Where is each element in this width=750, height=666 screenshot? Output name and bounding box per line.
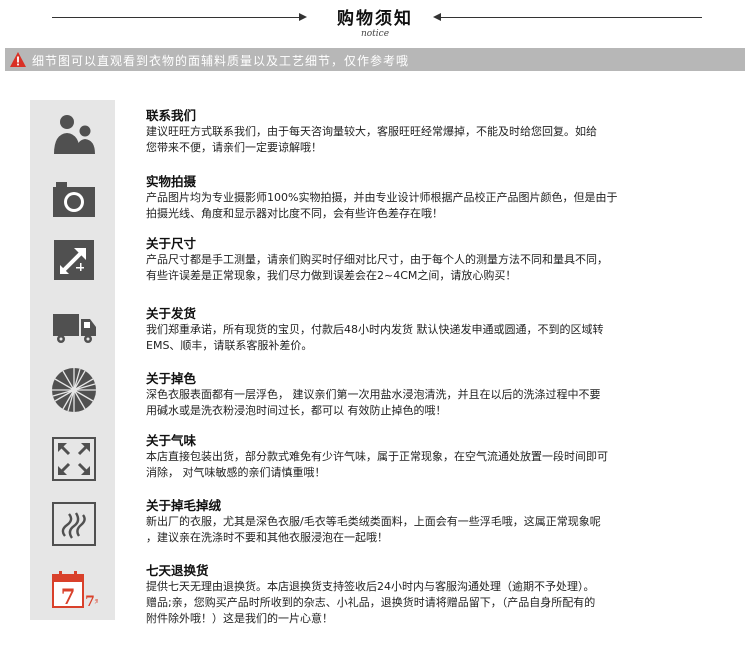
notice-item-shedding: 关于掉毛掉绒 新出厂的衣服，尤其是深色衣服/毛衣等毛类绒类面料，上面会有一些浮毛… bbox=[146, 497, 736, 546]
svg-text:天: 天 bbox=[95, 599, 99, 605]
item-body: 深色衣服表面都有一层浮色， 建议亲们第一次用盐水浸泡清洗，并且在以后的洗涤过程中… bbox=[146, 388, 601, 417]
notice-item-returns: 七天退换货 提供七天无理由退换货。本店退换货支持签收后24小时内与客服沟通处理（… bbox=[146, 562, 736, 627]
item-body: 产品尺寸都是手工测量，请亲们购买时仔细对比尺寸，由于每个人的测量方法不同和量具不… bbox=[146, 253, 608, 282]
item-body: 我们郑重承诺，所有现货的宝贝，付款后48小时内发货 默认快递发申通或圆通，不到的… bbox=[146, 323, 604, 352]
item-title: 关于掉毛掉绒 bbox=[146, 498, 222, 513]
item-title: 实物拍摄 bbox=[146, 174, 197, 189]
item-body: 建议旺旺方式联系我们，由于每天咨询量较大，客服旺旺经常爆掉，不能及时给您回复。如… bbox=[146, 125, 597, 154]
item-body: 新出厂的衣服，尤其是深色衣服/毛衣等毛类绒类面料，上面会有一些浮毛哦，这属正常现… bbox=[146, 515, 601, 544]
warning-icon bbox=[10, 52, 26, 67]
expand-arrows-icon bbox=[50, 435, 98, 483]
notice-item-contact: 联系我们 建议旺旺方式联系我们，由于每天咨询量较大，客服旺旺经常爆掉，不能及时给… bbox=[146, 107, 736, 156]
page-header: 购物须知 notice bbox=[0, 0, 750, 46]
item-title: 联系我们 bbox=[146, 108, 197, 123]
item-body: 本店直接包装出货，部分款式难免有少许气味，属于正常现象，在空气流通处放置一段时间… bbox=[146, 450, 608, 479]
seven-day-calendar-icon: 7 7 天 bbox=[50, 566, 98, 614]
notice-item-photography: 实物拍摄 产品图片均为专业摄影师100%实物拍摄，并由专业设计师根据产品校正产品… bbox=[146, 173, 736, 222]
notice-item-shipping: 关于发货 我们郑重承诺，所有现货的宝贝，付款后48小时内发货 默认快递发申通或圆… bbox=[146, 305, 736, 354]
notice-item-color-fading: 关于掉色 深色衣服表面都有一层浮色， 建议亲们第一次用盐水浸泡清洗，并且在以后的… bbox=[146, 370, 736, 419]
color-fade-icon bbox=[50, 366, 98, 414]
item-title: 关于发货 bbox=[146, 306, 197, 321]
notice-banner: 细节图可以直观看到衣物的面辅料质量以及工艺细节，仅作参考哦 bbox=[5, 48, 745, 71]
item-title: 七天退换货 bbox=[146, 563, 209, 578]
item-title: 关于掉色 bbox=[146, 371, 197, 386]
contact-people-icon bbox=[50, 110, 98, 158]
notice-item-size: 关于尺寸 产品尺寸都是手工测量，请亲们购买时仔细对比尺寸，由于每个人的测量方法不… bbox=[146, 235, 736, 284]
page-subtitle: notice bbox=[360, 29, 390, 39]
icon-column: 7 7 天 bbox=[30, 100, 115, 620]
item-body: 提供七天无理由退换货。本店退换货支持签收后24小时内与客服沟通处理（逾期不予处理… bbox=[146, 580, 596, 625]
item-body: 产品图片均为专业摄影师100%实物拍摄，并由专业设计师根据产品校正产品图片颜色，… bbox=[146, 191, 618, 220]
svg-text:7: 7 bbox=[85, 594, 95, 610]
notice-item-odor: 关于气味 本店直接包装出货，部分款式难免有少许气味，属于正常现象，在空气流通处放… bbox=[146, 432, 736, 481]
camera-icon bbox=[50, 175, 98, 223]
delivery-truck-icon bbox=[50, 303, 98, 351]
item-title: 关于尺寸 bbox=[146, 236, 197, 251]
fabric-wave-icon bbox=[50, 500, 98, 548]
item-title: 关于气味 bbox=[146, 433, 197, 448]
header-line-right bbox=[440, 17, 702, 18]
svg-text:7: 7 bbox=[61, 584, 76, 609]
resize-arrow-icon bbox=[50, 236, 98, 284]
banner-text: 细节图可以直观看到衣物的面辅料质量以及工艺细节，仅作参考哦 bbox=[32, 54, 410, 68]
